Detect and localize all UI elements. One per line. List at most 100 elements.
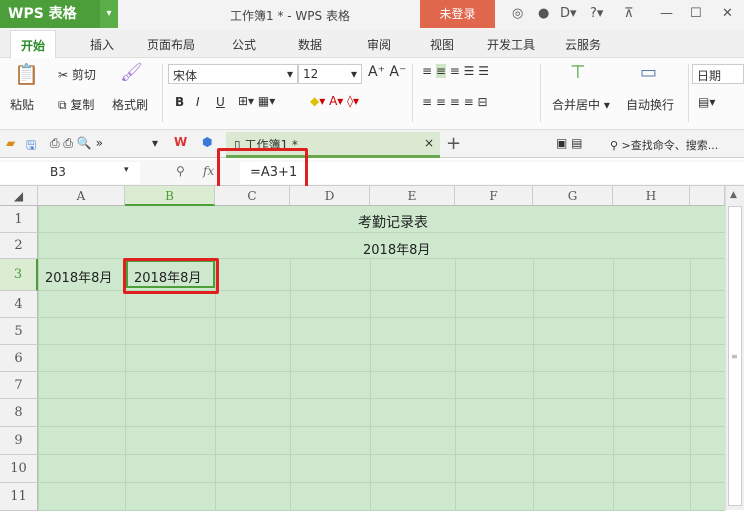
wps-menu-button[interactable]: WPS 表格 ▾ [0, 0, 118, 28]
brush-icon[interactable]: 🖌 [120, 62, 143, 83]
conditional-format-icon[interactable]: ▤▾ [698, 95, 715, 109]
row-header[interactable]: 8 [0, 399, 38, 427]
tab-insert[interactable]: 插入 [90, 36, 114, 53]
format-painter-button[interactable]: 格式刷 [112, 96, 148, 113]
sheet-grid[interactable] [0, 186, 725, 510]
row-header[interactable]: 4 [0, 291, 38, 318]
border-icon[interactable]: ⊞▾ ▦▾ [238, 94, 275, 108]
grid-line [38, 206, 39, 510]
tab-developer[interactable]: 开发工具 [487, 36, 535, 53]
tab-cloud[interactable]: 云服务 [565, 36, 601, 53]
tab-review[interactable]: 审阅 [367, 36, 391, 53]
row-header[interactable]: 6 [0, 345, 38, 372]
column-header[interactable]: A [38, 186, 125, 206]
pin-icon[interactable]: ⊼ [624, 6, 634, 21]
column-header[interactable]: F [455, 186, 533, 206]
column-header[interactable]: D [290, 186, 370, 206]
column-header[interactable]: E [370, 186, 455, 206]
copy-icon: ⧉ [58, 98, 67, 112]
fx-button[interactable]: fx [203, 164, 214, 178]
scroll-up-icon: ▲ [730, 190, 737, 200]
cell-title[interactable]: 考勤记录表 [358, 212, 428, 232]
minimize-icon[interactable]: — [660, 6, 673, 21]
paste-icon[interactable]: 📋 [14, 62, 39, 86]
login-button[interactable]: 未登录 [420, 0, 495, 28]
row-header[interactable]: 9 [0, 427, 38, 455]
search-command[interactable]: ⚲ >查找命令、搜索... [610, 137, 718, 153]
cube-icon[interactable]: ⬢ [202, 135, 212, 149]
name-box[interactable]: B3 ▾ [0, 162, 140, 184]
merge-center-button[interactable]: 合并居中 ▾ [552, 96, 610, 113]
number-format-select[interactable]: 日期 [692, 64, 744, 84]
tab-data[interactable]: 数据 [298, 36, 322, 53]
select-all[interactable]: ◢ [0, 186, 38, 206]
customize-dropdown-icon[interactable]: ▾ [152, 136, 158, 150]
grid-line [125, 259, 126, 510]
wrap-icon: ▭ [640, 62, 658, 83]
chevron-down-icon[interactable]: ▾ [100, 0, 118, 28]
scissors-icon: ✂ [58, 68, 69, 82]
skin-icon[interactable]: ◎ [512, 6, 523, 21]
grid-line [533, 259, 534, 510]
new-tab-button[interactable]: + [446, 133, 461, 154]
tab-view[interactable]: 视图 [430, 36, 454, 53]
align-top-icons[interactable]: ≡ ≡ ≡ ☰ ☰ [422, 64, 489, 78]
app-logo: WPS 表格 [8, 6, 77, 22]
column-header[interactable]: G [533, 186, 613, 206]
column-header[interactable]: B [125, 186, 215, 206]
vertical-scrollbar[interactable]: ▲ ≡ [725, 186, 744, 510]
grid-line [455, 259, 456, 510]
row-header[interactable]: 3 [0, 259, 38, 291]
copy-button[interactable]: ⧉ 复制 [58, 96, 94, 113]
cell-month[interactable]: 2018年8月 [363, 239, 430, 258]
help-icon[interactable]: ?▾ [590, 6, 603, 21]
paste-button[interactable]: 粘贴 [10, 96, 34, 113]
grid-line [690, 259, 691, 510]
row-header[interactable]: 5 [0, 318, 38, 345]
grid-line [38, 454, 725, 455]
cell-a3[interactable]: 2018年8月 [45, 267, 112, 286]
fill-font-color-icon[interactable]: ◆▾ A▾ ◊▾ [310, 94, 359, 108]
zoom-icon[interactable]: ⚲ [176, 164, 185, 178]
tab-home[interactable]: 开始 [10, 30, 57, 59]
underline-button[interactable]: U [216, 95, 225, 109]
row-header[interactable]: 1 [0, 206, 38, 233]
column-header[interactable]: H [613, 186, 690, 206]
save-icon[interactable]: 🖫 [26, 136, 36, 157]
grid-line [38, 426, 725, 427]
wrap-text-button[interactable]: 自动换行 [626, 96, 674, 113]
grow-font-icon[interactable]: A⁺ A⁻ [368, 64, 406, 80]
row-header[interactable]: 2 [0, 233, 38, 259]
tab-page-layout[interactable]: 页面布局 [147, 36, 195, 53]
row-header[interactable]: 10 [0, 455, 38, 483]
close-icon[interactable]: ✕ [722, 6, 733, 21]
scroll-thumb: ≡ [728, 206, 742, 506]
share-icon[interactable]: D▾ [560, 6, 577, 21]
row-header[interactable]: 11 [0, 483, 38, 511]
settings-icon[interactable]: ● [538, 6, 549, 21]
font-select[interactable]: 宋体 ▾ [168, 64, 298, 84]
grid-line [215, 259, 216, 510]
grid-line [38, 482, 725, 483]
cut-button[interactable]: ✂ 剪切 [58, 66, 96, 83]
tab-formulas[interactable]: 公式 [232, 36, 256, 53]
grid-line [38, 344, 725, 345]
search-icon: ⚲ [610, 139, 619, 152]
open-icon[interactable]: ▰ [6, 136, 15, 150]
quick-toolbar-icons[interactable]: ⎙ ⎙ 🔍 » [50, 136, 103, 151]
italic-button[interactable]: I [196, 95, 200, 109]
column-header[interactable]: C [215, 186, 290, 206]
close-tab-button[interactable]: × [424, 136, 434, 150]
align-horizontal-icons[interactable]: ≡ ≡ ≡ ≡ ⊟ [422, 95, 488, 109]
font-size-select[interactable]: 12 ▾ [298, 64, 362, 84]
column-header[interactable] [690, 186, 725, 206]
formula-input[interactable]: =A3+1 [240, 162, 744, 184]
bold-button[interactable]: B [175, 95, 184, 109]
maximize-icon[interactable]: ☐ [690, 6, 702, 21]
row-header[interactable]: 7 [0, 372, 38, 399]
toolbar-icons[interactable]: ▣ ▤ [556, 136, 583, 150]
wps-w-icon[interactable]: W [174, 135, 187, 149]
grid-line [38, 398, 725, 399]
merge-icon: ⊤ [570, 62, 586, 83]
grid-line [38, 371, 725, 372]
